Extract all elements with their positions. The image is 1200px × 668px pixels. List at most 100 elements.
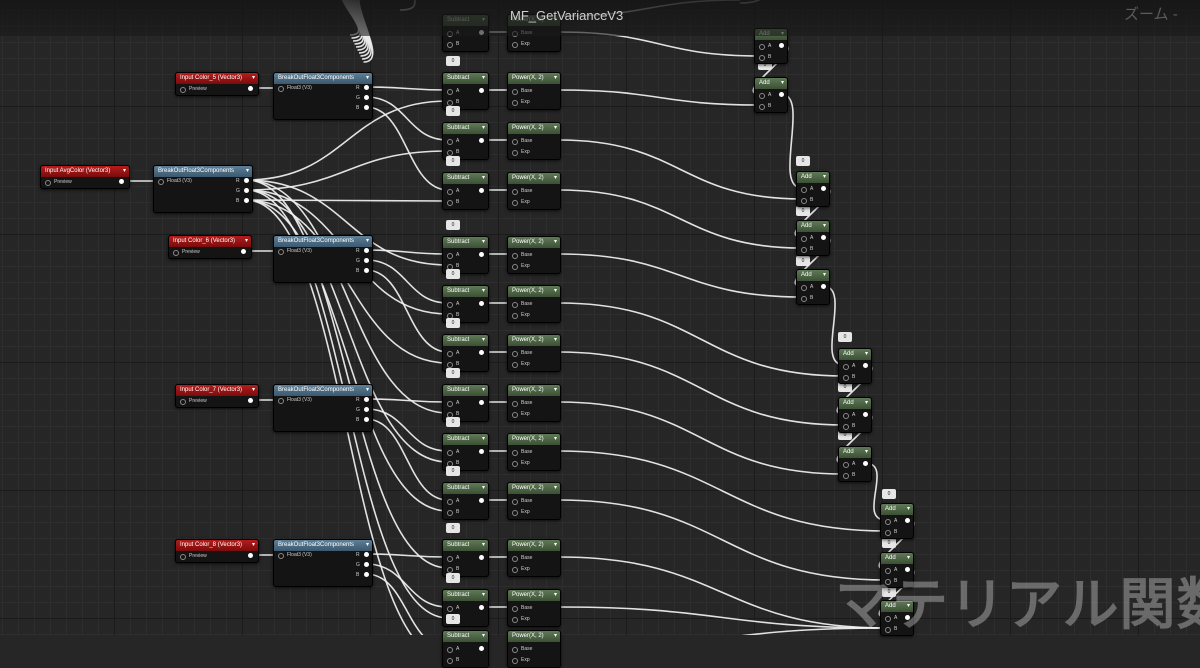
chevron-down-icon[interactable]: ▾ — [554, 631, 557, 642]
pin-icon[interactable] — [180, 554, 186, 560]
subtract-node[interactable]: Subtract ▾ AB — [442, 482, 489, 520]
output-pin-icon[interactable] — [479, 138, 484, 143]
input-color-8-node[interactable]: Input Color_8 (Vector3) ▾ Preview — [175, 539, 259, 563]
power-node[interactable]: Power(X, 2) ▾ Base Exp — [507, 589, 561, 627]
breakout-color-6-node[interactable]: BreakOutFloat3Components ▾ Float3 (V3) R G B — [273, 235, 373, 283]
output-pin-icon[interactable] — [119, 179, 124, 184]
breakout-avg-node[interactable]: BreakOutFloat3Components ▾ Float3 (V3) R G B — [153, 165, 253, 213]
pin-icon[interactable] — [158, 179, 164, 185]
power-node[interactable]: Power(X, 2) ▾ Base Exp — [507, 630, 561, 668]
output-pin-icon[interactable] — [364, 562, 369, 567]
pin-icon[interactable] — [447, 302, 453, 308]
pin-icon[interactable] — [512, 189, 518, 195]
power-node[interactable]: Power(X, 2) ▾ Base Exp — [507, 172, 561, 210]
chevron-down-icon[interactable]: ▾ — [482, 123, 485, 134]
pin-icon[interactable] — [447, 450, 453, 456]
subtract-node[interactable]: Subtract ▾ AB — [442, 172, 489, 210]
power-node[interactable]: Power(X, 2) ▾ Base Exp — [507, 72, 561, 110]
pin-icon[interactable] — [512, 200, 518, 206]
pin-icon[interactable] — [447, 606, 453, 612]
pin-icon[interactable] — [512, 150, 518, 156]
chevron-down-icon[interactable]: ▾ — [482, 335, 485, 346]
pin-icon[interactable] — [801, 236, 807, 242]
output-pin-icon[interactable] — [863, 461, 868, 466]
add-node[interactable]: Add ▾ AB — [796, 269, 830, 305]
constant-zero-node[interactable]: 0 — [838, 332, 852, 342]
output-pin-icon[interactable] — [244, 198, 249, 203]
constant-zero-node[interactable]: 0 — [882, 489, 896, 499]
pin-icon[interactable] — [512, 499, 518, 505]
pin-icon[interactable] — [801, 198, 807, 204]
pin-icon[interactable] — [801, 285, 807, 291]
constant-zero-node[interactable]: 0 — [446, 466, 460, 476]
input-color-5-node[interactable]: Input Color_5 (Vector3) ▾ Preview — [175, 72, 259, 96]
add-node[interactable]: Add ▾ AB — [796, 171, 830, 207]
chevron-down-icon[interactable]: ▾ — [252, 385, 255, 396]
chevron-down-icon[interactable]: ▾ — [366, 73, 369, 84]
pin-icon[interactable] — [843, 375, 849, 381]
constant-zero-node[interactable]: 0 — [446, 573, 460, 583]
power-node[interactable]: Power(X, 2) ▾ Base Exp — [507, 122, 561, 160]
pin-icon[interactable] — [278, 553, 284, 559]
pin-icon[interactable] — [512, 313, 518, 319]
constant-zero-node[interactable]: 0 — [446, 614, 460, 624]
add-node[interactable]: Add ▾ AB — [754, 77, 788, 113]
input-color-6-node[interactable]: Input Color_6 (Vector3) ▾ Preview — [168, 235, 252, 259]
add-node[interactable]: Add ▾ AB — [838, 446, 872, 482]
pin-icon[interactable] — [512, 351, 518, 357]
output-pin-icon[interactable] — [244, 188, 249, 193]
pin-icon[interactable] — [447, 89, 453, 95]
output-pin-icon[interactable] — [779, 43, 784, 48]
output-pin-icon[interactable] — [779, 92, 784, 97]
power-node[interactable]: Power(X, 2) ▾ Base Exp — [507, 482, 561, 520]
add-node[interactable]: Add ▾ AB — [838, 397, 872, 433]
subtract-node[interactable]: Subtract ▾ AB — [442, 630, 489, 668]
constant-zero-node[interactable]: 0 — [446, 106, 460, 116]
add-node[interactable]: Add ▾ AB — [796, 220, 830, 256]
pin-icon[interactable] — [447, 253, 453, 259]
pin-icon[interactable] — [512, 510, 518, 516]
pin-icon[interactable] — [447, 200, 453, 206]
pin-icon[interactable] — [512, 89, 518, 95]
subtract-node[interactable]: Subtract ▾ AB — [442, 334, 489, 372]
pin-icon[interactable] — [512, 412, 518, 418]
chevron-down-icon[interactable]: ▾ — [482, 590, 485, 601]
chevron-down-icon[interactable]: ▾ — [482, 385, 485, 396]
constant-zero-node[interactable]: 0 — [446, 368, 460, 378]
pin-icon[interactable] — [512, 362, 518, 368]
power-node[interactable]: Power(X, 2) ▾ Base Exp — [507, 334, 561, 372]
pin-icon[interactable] — [843, 473, 849, 479]
pin-icon[interactable] — [759, 93, 765, 99]
output-pin-icon[interactable] — [364, 552, 369, 557]
pin-icon[interactable] — [512, 658, 518, 664]
chevron-down-icon[interactable]: ▾ — [554, 483, 557, 494]
add-node[interactable]: Add ▾ AB — [880, 503, 914, 539]
chevron-down-icon[interactable]: ▾ — [246, 166, 249, 177]
pin-icon[interactable] — [447, 658, 453, 664]
pin-icon[interactable] — [447, 499, 453, 505]
pin-icon[interactable] — [512, 100, 518, 106]
output-pin-icon[interactable] — [479, 252, 484, 257]
pin-icon[interactable] — [512, 139, 518, 145]
subtract-node[interactable]: Subtract ▾ AB — [442, 72, 489, 110]
pin-icon[interactable] — [512, 461, 518, 467]
chevron-down-icon[interactable]: ▾ — [482, 73, 485, 84]
pin-icon[interactable] — [173, 250, 179, 256]
input-color-7-node[interactable]: Input Color_7 (Vector3) ▾ Preview — [175, 384, 259, 408]
pin-icon[interactable] — [801, 247, 807, 253]
pin-icon[interactable] — [180, 87, 186, 93]
chevron-down-icon[interactable]: ▾ — [482, 631, 485, 642]
chevron-down-icon[interactable]: ▾ — [366, 385, 369, 396]
output-pin-icon[interactable] — [364, 417, 369, 422]
output-pin-icon[interactable] — [364, 85, 369, 90]
power-node[interactable]: Power(X, 2) ▾ Base Exp — [507, 285, 561, 323]
chevron-down-icon[interactable]: ▾ — [482, 483, 485, 494]
chevron-down-icon[interactable]: ▾ — [554, 540, 557, 551]
output-pin-icon[interactable] — [863, 412, 868, 417]
chevron-down-icon[interactable]: ▾ — [554, 173, 557, 184]
output-pin-icon[interactable] — [821, 235, 826, 240]
output-pin-icon[interactable] — [479, 555, 484, 560]
chevron-down-icon[interactable]: ▾ — [482, 286, 485, 297]
pin-icon[interactable] — [512, 302, 518, 308]
subtract-node[interactable]: Subtract ▾ AB — [442, 122, 489, 160]
